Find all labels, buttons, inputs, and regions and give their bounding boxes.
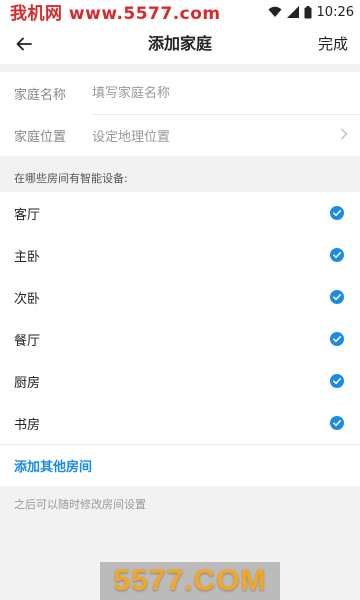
- home-location-row[interactable]: 家庭位置 设定地理位置: [0, 114, 360, 156]
- room-item-second-bedroom[interactable]: 次卧: [0, 276, 360, 318]
- room-item-dining-room[interactable]: 餐厅: [0, 318, 360, 360]
- footer-hint: 之后可以随时修改房间设置: [14, 498, 146, 511]
- room-name: 餐厅: [14, 333, 41, 349]
- home-location-label: 家庭位置: [14, 129, 67, 145]
- watermark-text: 我机网 www.5577.com: [6, 4, 225, 24]
- wifi-icon: [268, 6, 282, 18]
- rooms-hint: 在哪些房间有智能设备:: [14, 172, 128, 185]
- nav-bar: 添加家庭 完成: [0, 24, 360, 64]
- check-circle-icon[interactable]: [330, 374, 344, 388]
- home-name-input[interactable]: [92, 85, 360, 101]
- room-name: 书房: [14, 417, 41, 433]
- check-circle-icon[interactable]: [330, 416, 344, 430]
- status-time: 10:26: [316, 4, 354, 20]
- home-name-label: 家庭名称: [14, 87, 67, 103]
- room-item-master-bedroom[interactable]: 主卧: [0, 234, 360, 276]
- add-room-button[interactable]: 添加其他房间: [14, 456, 92, 475]
- check-circle-icon[interactable]: [330, 248, 344, 262]
- signal-icon: [286, 6, 299, 18]
- room-name: 客厅: [14, 207, 41, 223]
- status-icons: 10:26: [268, 2, 354, 22]
- room-name: 次卧: [14, 291, 41, 307]
- add-room-row: 添加其他房间: [0, 444, 360, 486]
- done-button[interactable]: 完成: [318, 24, 348, 64]
- bottom-watermark: 5577.COM: [100, 562, 280, 600]
- room-name: 主卧: [14, 249, 41, 265]
- status-bar: 我机网 www.5577.com 10:26: [0, 0, 360, 24]
- room-name: 厨房: [14, 375, 41, 391]
- check-circle-icon[interactable]: [330, 206, 344, 220]
- page-title: 添加家庭: [147, 34, 212, 53]
- bottom-watermark-text: 5577.COM: [113, 564, 267, 597]
- home-name-row: 家庭名称: [0, 72, 360, 114]
- battery-icon: [304, 5, 312, 19]
- room-list: 客厅 主卧 次卧 餐厅 厨房 书房 添加其他房间: [0, 192, 360, 486]
- room-item-living-room[interactable]: 客厅: [0, 192, 360, 234]
- check-circle-icon[interactable]: [330, 332, 344, 346]
- home-location-value[interactable]: 设定地理位置: [92, 126, 360, 145]
- room-item-kitchen[interactable]: 厨房: [0, 360, 360, 402]
- check-circle-icon[interactable]: [330, 290, 344, 304]
- home-form: 家庭名称 家庭位置 设定地理位置: [0, 72, 360, 156]
- chevron-right-icon: [341, 128, 348, 140]
- room-item-study[interactable]: 书房: [0, 402, 360, 444]
